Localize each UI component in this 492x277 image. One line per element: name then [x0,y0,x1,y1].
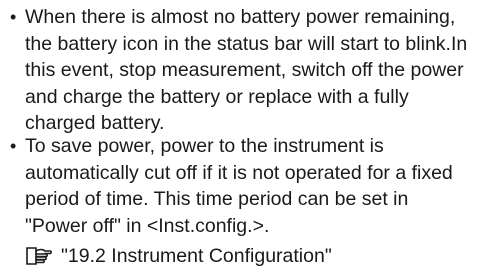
document-page: • When there is almost no battery power … [0,0,492,277]
note-power-save-text: To save power, power to the instrument i… [25,135,453,237]
cross-reference-text[interactable]: "19.2 Instrument Configuration" [61,243,332,269]
note-power-save: • To save power, power to the instrument… [10,133,486,239]
cross-reference-link[interactable]: "19.2 Instrument Configuration" [25,241,332,271]
note-battery-low-text: When there is almost no battery power re… [25,6,468,134]
reference-pointer-icon [25,245,53,267]
note-battery-low: • When there is almost no battery power … [10,4,486,137]
bullet-marker: • [10,136,17,156]
bullet-marker: • [10,7,17,27]
